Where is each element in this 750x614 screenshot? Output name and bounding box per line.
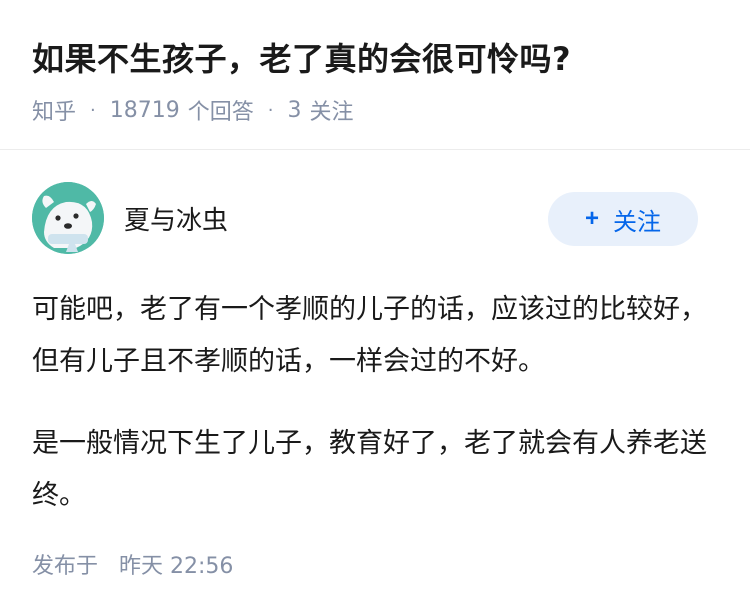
question-header: 如果不生孩子，老了真的会很可怜吗? 知乎 · 18719 个回答 · 3 关注 [0, 0, 750, 150]
answer-count: 18719 [109, 97, 180, 123]
publish-time: 昨天 22:56 [119, 554, 234, 579]
follow-button-label: 关注 [613, 208, 661, 236]
answer-paragraph: 是一般情况下生了儿子，教育好了，老了就会有人养老送终。 [32, 428, 707, 511]
answer-paragraph: 可能吧，老了有一个孝顺的儿子的话，应该过的比较好，但有儿子且不孝顺的话，一样会过… [32, 294, 707, 377]
answer-body: 可能吧，老了有一个孝顺的儿子的话，应该过的比较好，但有儿子且不孝顺的话，一样会过… [32, 284, 712, 552]
plus-icon: + [584, 205, 599, 232]
publish-info: 发布于 昨天 22:56 [32, 548, 233, 580]
source-label[interactable]: 知乎 [32, 94, 76, 126]
meta-separator: · [90, 99, 96, 121]
follow-button[interactable]: + 关注 [548, 192, 698, 246]
author-row: 夏与冰虫 + 关注 [32, 182, 718, 258]
author-avatar[interactable] [32, 182, 104, 254]
follower-count: 3 [287, 97, 302, 123]
cartoon-dog-avatar-icon [32, 182, 104, 254]
answer-count-label[interactable]: 个回答 [188, 94, 254, 126]
question-meta: 知乎 · 18719 个回答 · 3 关注 [32, 94, 354, 126]
publish-label: 发布于 [32, 554, 99, 579]
question-title[interactable]: 如果不生孩子，老了真的会很可怜吗? [32, 34, 571, 80]
author-name[interactable]: 夏与冰虫 [124, 200, 228, 237]
follower-count-label[interactable]: 关注 [310, 94, 354, 126]
meta-separator: · [267, 99, 274, 121]
